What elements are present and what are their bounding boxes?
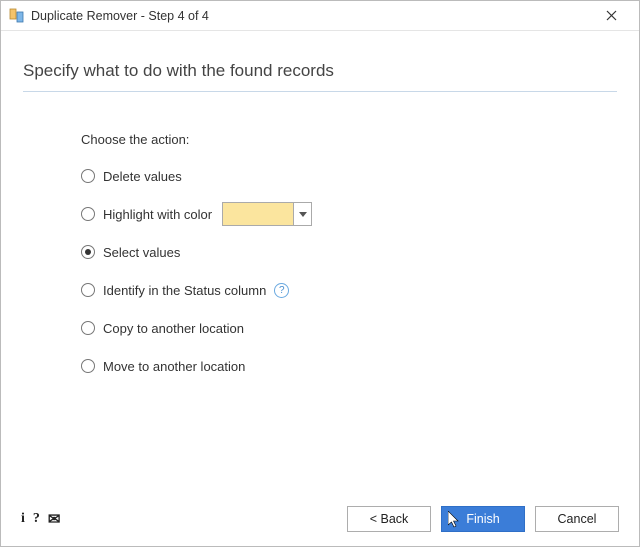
close-button[interactable] [591,2,631,30]
cancel-button[interactable]: Cancel [535,506,619,532]
option-move[interactable]: Move to another location [81,355,617,377]
footer-buttons: < Back Finish Cancel [347,506,619,532]
option-identify[interactable]: Identify in the Status column ? [81,279,617,301]
window-title: Duplicate Remover - Step 4 of 4 [31,9,591,23]
divider [23,91,617,92]
mail-icon[interactable]: ✉ [48,510,61,528]
radio-highlight-label: Highlight with color [103,207,212,222]
radio-move-label: Move to another location [103,359,245,374]
radio-move[interactable] [81,359,95,373]
footer: i ? ✉ < Back Finish Cancel [1,492,639,546]
help-icon[interactable]: ? [274,283,289,298]
title-bar: Duplicate Remover - Step 4 of 4 [1,1,639,31]
radio-copy-label: Copy to another location [103,321,244,336]
info-icon[interactable]: i [21,511,25,527]
page-heading: Specify what to do with the found record… [23,61,617,81]
radio-delete-label: Delete values [103,169,182,184]
color-dropdown-button[interactable] [293,203,311,225]
action-prompt: Choose the action: [81,132,617,147]
radio-highlight[interactable] [81,207,95,221]
chevron-down-icon [299,212,307,217]
color-swatch [223,203,293,225]
radio-identify-label: Identify in the Status column [103,283,266,298]
radio-delete[interactable] [81,169,95,183]
footer-icons: i ? ✉ [21,510,60,528]
highlight-color-picker[interactable] [222,202,312,226]
finish-button[interactable]: Finish [441,506,525,532]
radio-identify[interactable] [81,283,95,297]
option-highlight[interactable]: Highlight with color [81,203,617,225]
action-section: Choose the action: Delete values Highlig… [23,132,617,377]
radio-copy[interactable] [81,321,95,335]
finish-button-label: Finish [466,512,499,526]
app-icon [9,8,25,24]
cursor-icon [448,511,462,529]
back-button[interactable]: < Back [347,506,431,532]
wizard-content: Specify what to do with the found record… [1,31,639,377]
option-delete[interactable]: Delete values [81,165,617,187]
option-copy[interactable]: Copy to another location [81,317,617,339]
option-select[interactable]: Select values [81,241,617,263]
radio-select[interactable] [81,245,95,259]
radio-select-label: Select values [103,245,180,260]
help-footer-icon[interactable]: ? [33,511,40,527]
